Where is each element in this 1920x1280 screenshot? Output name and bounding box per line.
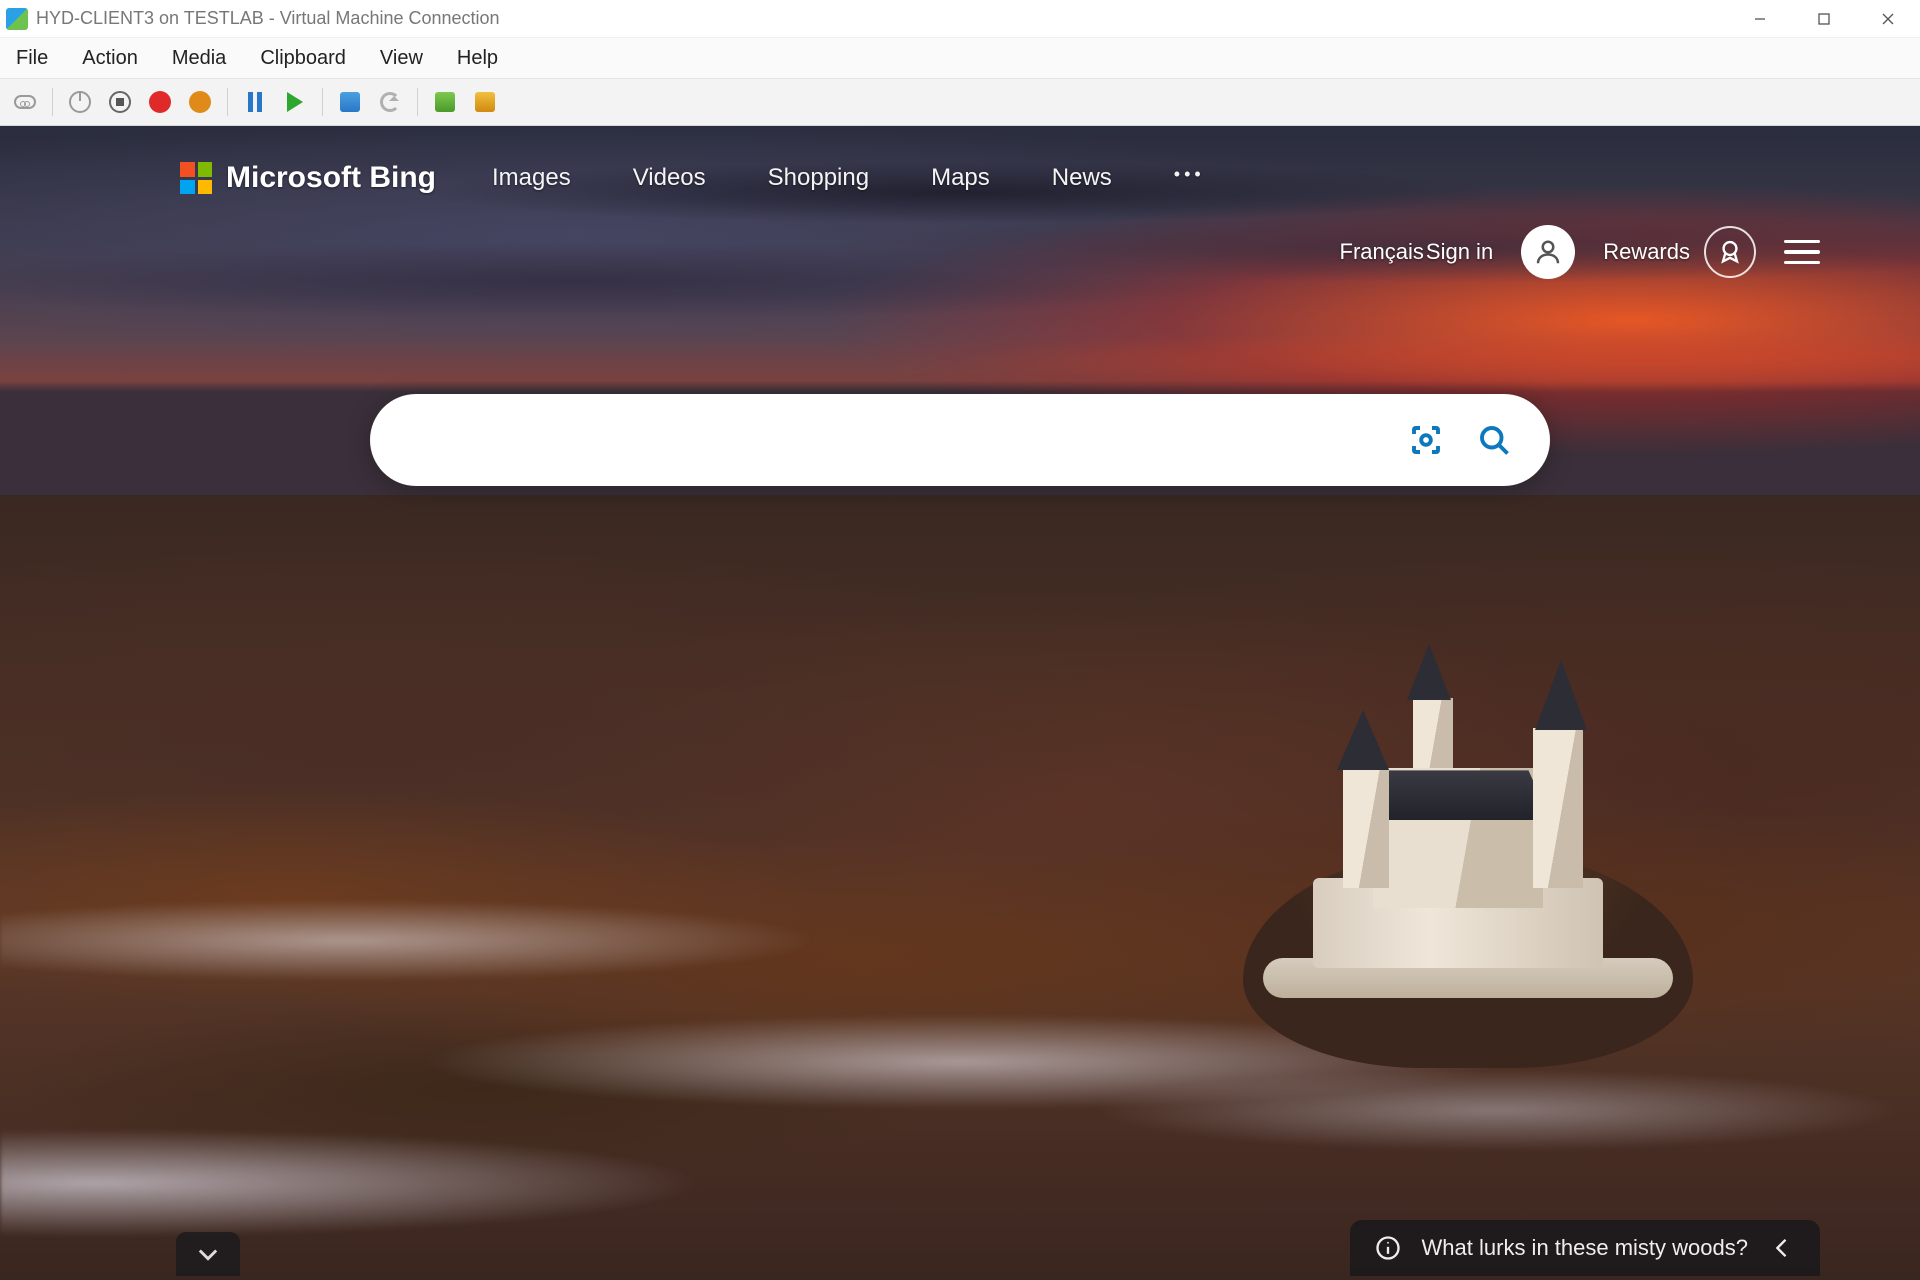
share-button[interactable] (468, 85, 502, 119)
reset-button[interactable] (278, 85, 312, 119)
signin-link[interactable]: Sign in (1426, 239, 1493, 265)
account-avatar[interactable] (1521, 225, 1575, 279)
search-input[interactable] (414, 426, 1408, 454)
toolbar-separator (322, 88, 323, 116)
ctrl-alt-del-button[interactable] (8, 85, 42, 119)
search-icon[interactable] (1476, 422, 1512, 458)
shutdown-button[interactable] (143, 85, 177, 119)
start-button[interactable] (63, 85, 97, 119)
nav-videos[interactable]: Videos (633, 164, 706, 192)
language-link[interactable]: Français (1340, 239, 1424, 265)
nav-shopping[interactable]: Shopping (768, 164, 869, 192)
info-icon (1374, 1234, 1402, 1262)
hamburger-menu-icon[interactable] (1784, 240, 1820, 265)
nav-images[interactable]: Images (492, 164, 571, 192)
nav-more[interactable]: ••• (1174, 164, 1205, 192)
bing-nav: Images Videos Shopping Maps News ••• (492, 164, 1205, 192)
castle-illustration (1303, 668, 1613, 1028)
vmconnect-icon (6, 8, 28, 30)
bing-searchbox (370, 394, 1550, 486)
menu-clipboard[interactable]: Clipboard (260, 47, 346, 70)
minimize-button[interactable] (1728, 0, 1792, 38)
chevron-left-icon[interactable] (1768, 1234, 1796, 1262)
revert-button[interactable] (373, 85, 407, 119)
nav-news[interactable]: News (1052, 164, 1112, 192)
rewards-link[interactable]: Rewards (1603, 226, 1756, 278)
teaser-text: What lurks in these misty woods? (1422, 1235, 1748, 1261)
bing-header: Microsoft Bing Images Videos Shopping Ma… (0, 150, 1920, 206)
menu-help[interactable]: Help (457, 47, 498, 70)
bing-background-image (0, 126, 1920, 1280)
bing-user-row: Français Sign in Rewards (1340, 222, 1820, 282)
microsoft-logo-icon (180, 162, 212, 194)
pause-button[interactable] (238, 85, 272, 119)
bing-logo[interactable]: Microsoft Bing (180, 161, 436, 195)
close-button[interactable] (1856, 0, 1920, 38)
rewards-label: Rewards (1603, 239, 1690, 265)
expand-button[interactable] (176, 1232, 240, 1276)
turnoff-button[interactable] (103, 85, 137, 119)
vm-toolbar (0, 78, 1920, 126)
person-icon (1533, 237, 1563, 267)
toolbar-separator (417, 88, 418, 116)
menu-action[interactable]: Action (82, 47, 138, 70)
menu-file[interactable]: File (16, 47, 48, 70)
maximize-button[interactable] (1792, 0, 1856, 38)
save-button[interactable] (183, 85, 217, 119)
visual-search-icon[interactable] (1408, 422, 1444, 458)
toolbar-separator (52, 88, 53, 116)
enhanced-session-button[interactable] (428, 85, 462, 119)
guest-display: Microsoft Bing Images Videos Shopping Ma… (0, 126, 1920, 1280)
toolbar-separator (227, 88, 228, 116)
bing-logo-text: Microsoft Bing (226, 161, 436, 195)
checkpoint-button[interactable] (333, 85, 367, 119)
menu-view[interactable]: View (380, 47, 423, 70)
nav-maps[interactable]: Maps (931, 164, 990, 192)
vm-menubar: File Action Media Clipboard View Help (0, 38, 1920, 78)
rewards-medal-icon (1704, 226, 1756, 278)
image-info-teaser[interactable]: What lurks in these misty woods? (1350, 1220, 1820, 1276)
window-title: HYD-CLIENT3 on TESTLAB - Virtual Machine… (36, 8, 500, 29)
menu-media[interactable]: Media (172, 47, 226, 70)
vm-titlebar: HYD-CLIENT3 on TESTLAB - Virtual Machine… (0, 0, 1920, 38)
